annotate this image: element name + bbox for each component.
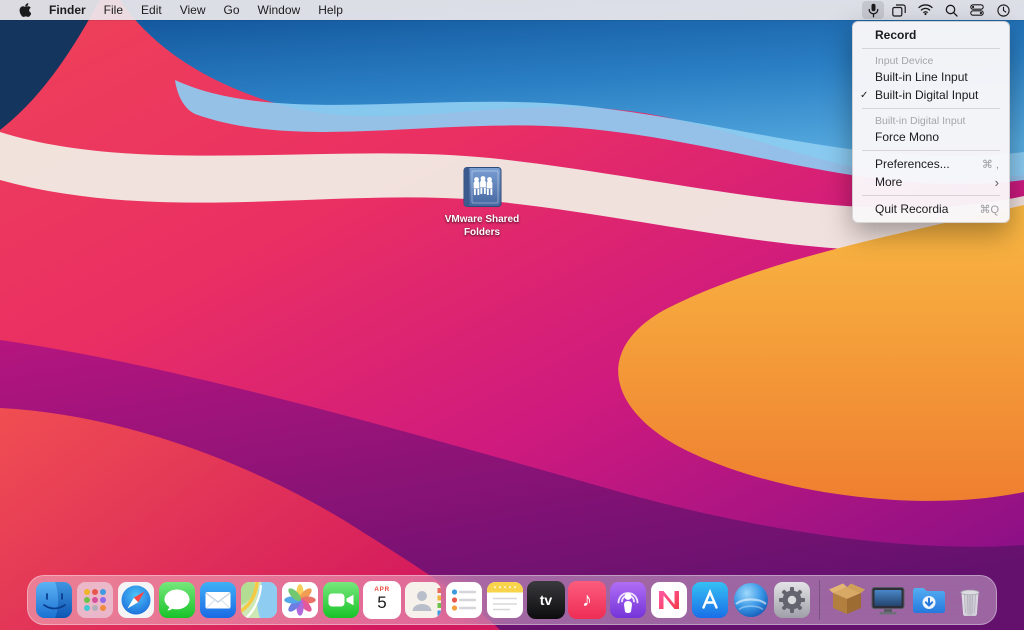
windows-stack-icon[interactable] [888, 1, 910, 19]
menu-builtin-digital-input[interactable]: ✓ Built-in Digital Input [853, 86, 1009, 104]
menu-item-window[interactable]: Window [249, 0, 310, 20]
dock-item-downloads-folder[interactable] [910, 581, 948, 619]
dock-item-notes[interactable] [486, 581, 524, 619]
menu-item-help[interactable]: Help [309, 0, 352, 20]
dock-divider [819, 580, 820, 620]
dock-item-system-preferences[interactable] [773, 581, 811, 619]
menu-item-edit[interactable]: Edit [132, 0, 171, 20]
menu-separator [862, 195, 1000, 196]
dock-item-news[interactable] [650, 581, 688, 619]
wifi-icon[interactable] [914, 1, 936, 19]
desktop-icon-label: VMware Shared Folders [440, 214, 524, 239]
apple-logo-icon [19, 3, 31, 17]
dock-item-trash[interactable] [951, 581, 989, 619]
dock-item-podcasts[interactable] [609, 581, 647, 619]
control-center-icon[interactable] [966, 1, 988, 19]
desktop-screen: Finder File Edit View Go Window Help [0, 0, 1024, 630]
more-label: More [875, 175, 902, 189]
menu-bar: Finder File Edit View Go Window Help [0, 0, 1024, 20]
dock-item-tv[interactable]: tv [527, 581, 565, 619]
menu-bar-status-area [862, 1, 1014, 19]
dock-item-mail[interactable] [199, 581, 237, 619]
shared-folders-book-icon [459, 166, 505, 208]
menu-builtin-line-input[interactable]: Built-in Line Input [853, 68, 1009, 86]
calendar-day-label: 5 [377, 594, 386, 611]
submenu-chevron-icon: › [995, 176, 999, 189]
clock-icon[interactable] [992, 1, 1014, 19]
dock-item-contacts[interactable] [404, 581, 442, 619]
tv-logo-label: tv [540, 592, 552, 608]
microphone-icon[interactable] [862, 1, 884, 19]
recordia-status-menu: Record Input Device Built-in Line Input … [852, 21, 1010, 223]
line-input-label: Built-in Line Input [875, 70, 968, 84]
dock-item-app-store[interactable] [691, 581, 729, 619]
dock-item-package-utility[interactable] [828, 581, 866, 619]
dock-item-calendar[interactable]: APR 5 [363, 581, 401, 619]
menu-header-digital-input: Built-in Digital Input [853, 113, 1009, 128]
menu-item-file[interactable]: File [95, 0, 132, 20]
menu-preferences[interactable]: Preferences... ⌘ , [853, 155, 1009, 173]
quit-label: Quit Recordia [875, 202, 948, 216]
dock-item-reminders[interactable] [445, 581, 483, 619]
quit-shortcut: ⌘Q [979, 203, 999, 216]
dock-item-safari[interactable] [117, 581, 155, 619]
menu-separator [862, 108, 1000, 109]
dock-item-facetime[interactable] [322, 581, 360, 619]
checkmark-icon: ✓ [860, 90, 868, 101]
preferences-label: Preferences... [875, 157, 950, 171]
vmware-shared-folders-volume[interactable]: VMware Shared Folders [440, 166, 524, 239]
force-mono-label: Force Mono [875, 130, 939, 144]
dock-item-launchpad[interactable] [76, 581, 114, 619]
menu-record[interactable]: Record [853, 26, 1009, 44]
dock-item-messages[interactable] [158, 581, 196, 619]
menu-force-mono[interactable]: Force Mono [853, 128, 1009, 146]
dock-item-photos[interactable] [281, 581, 319, 619]
menu-item-finder[interactable]: Finder [40, 0, 95, 20]
dock-item-music[interactable]: ♪ [568, 581, 606, 619]
digital-input-label: Built-in Digital Input [875, 88, 978, 102]
preferences-shortcut: ⌘ , [982, 158, 999, 171]
calendar-month-label: APR [374, 586, 390, 593]
dock-item-maps[interactable] [240, 581, 278, 619]
menu-bar-left: Finder File Edit View Go Window Help [10, 0, 352, 20]
dock-item-display-utility[interactable] [869, 581, 907, 619]
dock-item-finder[interactable] [35, 581, 73, 619]
menu-header-input-device: Input Device [853, 53, 1009, 68]
menu-record-label: Record [875, 28, 916, 42]
menu-quit-recordia[interactable]: Quit Recordia ⌘Q [853, 200, 1009, 218]
search-icon[interactable] [940, 1, 962, 19]
menu-separator [862, 48, 1000, 49]
dock-item-blue-sphere-app[interactable] [732, 581, 770, 619]
music-note-icon: ♪ [582, 589, 592, 612]
dock: APR 5 [27, 575, 997, 625]
menu-separator [862, 150, 1000, 151]
menu-item-view[interactable]: View [171, 0, 215, 20]
apple-menu[interactable] [10, 0, 40, 20]
menu-more[interactable]: More › [853, 173, 1009, 191]
menu-item-go[interactable]: Go [215, 0, 249, 20]
